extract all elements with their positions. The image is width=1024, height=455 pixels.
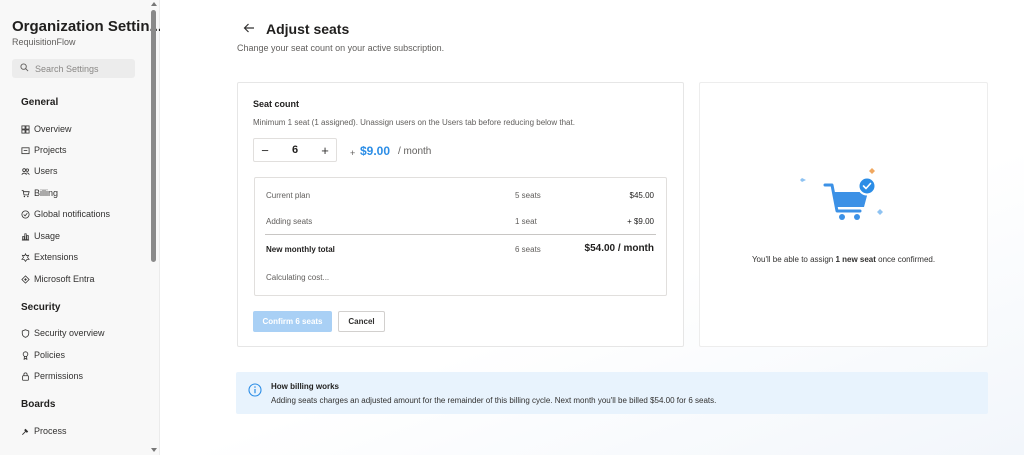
back-arrow-icon[interactable]: [242, 21, 256, 35]
entra-icon: [21, 274, 30, 284]
users-icon: [21, 167, 30, 176]
section-security: Security: [21, 302, 61, 313]
sidebar-item-policies[interactable]: Policies: [21, 348, 65, 362]
org-subtitle: RequisitionFlow: [12, 37, 76, 47]
seat-quantity-input[interactable]: 6: [276, 144, 314, 156]
price-period: / month: [398, 146, 432, 157]
assign-text-before: You'll be able to assign: [751, 255, 836, 264]
sidebar-item-label: Policies: [34, 350, 66, 360]
calculating-status: Calculating cost...: [266, 273, 330, 282]
search-input[interactable]: Search Settings: [12, 59, 135, 78]
confirm-seats-button[interactable]: Confirm 6 seats: [253, 311, 332, 332]
grid-icon: [21, 124, 30, 134]
section-boards: Boards: [21, 399, 56, 410]
sidebar-item-label: Usage: [34, 231, 61, 241]
search-placeholder: Search Settings: [35, 63, 99, 74]
scroll-up-arrow-icon[interactable]: [151, 2, 157, 6]
org-title: Organization Settin...: [12, 18, 163, 35]
decrement-button[interactable]: −: [254, 139, 276, 161]
page-subtitle: Change your seat count on your active su…: [237, 43, 445, 53]
settings-sidebar: Organization Settin... RequisitionFlow S…: [0, 0, 163, 455]
summary-row-label: Adding seats: [266, 217, 313, 226]
sidebar-item-label: Overview: [34, 124, 72, 134]
total-amount: $54.00 / month: [584, 243, 654, 254]
projects-icon: [21, 146, 30, 155]
sidebar-item-microsoft-entra[interactable]: Microsoft Entra: [21, 272, 95, 286]
cart-check-illustration-icon: [800, 168, 883, 220]
info-title: How billing works: [271, 382, 340, 391]
summary-row-amount: + $9.00: [627, 217, 654, 226]
seat-count-title: Seat count: [253, 99, 300, 109]
sidebar-item-billing[interactable]: Billing: [21, 186, 58, 200]
sidebar-item-overview[interactable]: Overview: [21, 122, 72, 136]
sidebar-item-projects[interactable]: Projects: [21, 143, 67, 157]
total-label: New monthly total: [266, 245, 335, 254]
scrollbar-thumb[interactable]: [151, 10, 156, 262]
sidebar-item-label: Billing: [34, 188, 59, 198]
sidebar-item-permissions[interactable]: Permissions: [21, 369, 83, 383]
summary-row-qty: 5 seats: [515, 191, 541, 200]
sidebar-item-security-overview[interactable]: Security overview: [21, 326, 105, 340]
search-icon: [20, 63, 29, 74]
notification-icon: [21, 209, 30, 219]
sidebar-item-users[interactable]: Users: [21, 164, 58, 178]
price-prefix: +: [350, 148, 356, 158]
price-delta: $9.00: [360, 144, 391, 158]
cancel-button[interactable]: Cancel: [338, 311, 385, 332]
usage-icon: [21, 232, 30, 241]
total-qty: 6 seats: [515, 245, 541, 254]
extensions-icon: [21, 252, 30, 262]
sidebar-item-usage[interactable]: Usage: [21, 229, 60, 243]
summary-divider: [265, 234, 656, 235]
sidebar-item-label: Security overview: [34, 328, 105, 338]
section-general: General: [21, 97, 59, 108]
sidebar-item-process[interactable]: Process: [21, 424, 67, 438]
sidebar-item-label: Process: [34, 426, 67, 436]
cart-icon: [21, 189, 30, 198]
scroll-down-arrow-icon[interactable]: [151, 448, 157, 452]
page-title: Adjust seats: [266, 21, 350, 37]
sidebar-item-label: Microsoft Entra: [34, 274, 95, 284]
sidebar-item-label: Global notifications: [34, 209, 111, 219]
increment-button[interactable]: +: [314, 139, 336, 161]
assign-text-after: once confirmed.: [875, 255, 936, 264]
sidebar-item-global-notifications[interactable]: Global notifications: [21, 207, 110, 221]
summary-row-qty: 1 seat: [515, 217, 537, 226]
policy-icon: [21, 350, 30, 360]
summary-row-amount: $45.00: [629, 191, 654, 200]
assign-seats-message: You'll be able to assign 1 new seat once…: [699, 255, 988, 264]
sidebar-item-label: Permissions: [34, 371, 84, 381]
summary-row-label: Current plan: [266, 191, 311, 200]
sidebar-item-extensions[interactable]: Extensions: [21, 250, 78, 264]
lock-icon: [21, 371, 30, 381]
info-icon: [248, 383, 262, 397]
shield-icon: [21, 328, 30, 338]
seat-count-help: Minimum 1 seat (1 assigned). Unassign us…: [253, 118, 575, 127]
info-text: Adding seats charges an adjusted amount …: [271, 396, 717, 405]
assign-text-bold: 1 new seat: [835, 255, 876, 264]
sidebar-item-label: Users: [34, 166, 58, 176]
sidebar-item-label: Projects: [34, 145, 67, 155]
process-icon: [21, 427, 30, 436]
billing-info-banner: [236, 372, 988, 414]
seat-quantity-stepper: − 6 +: [253, 138, 337, 162]
sidebar-item-label: Extensions: [34, 252, 79, 262]
